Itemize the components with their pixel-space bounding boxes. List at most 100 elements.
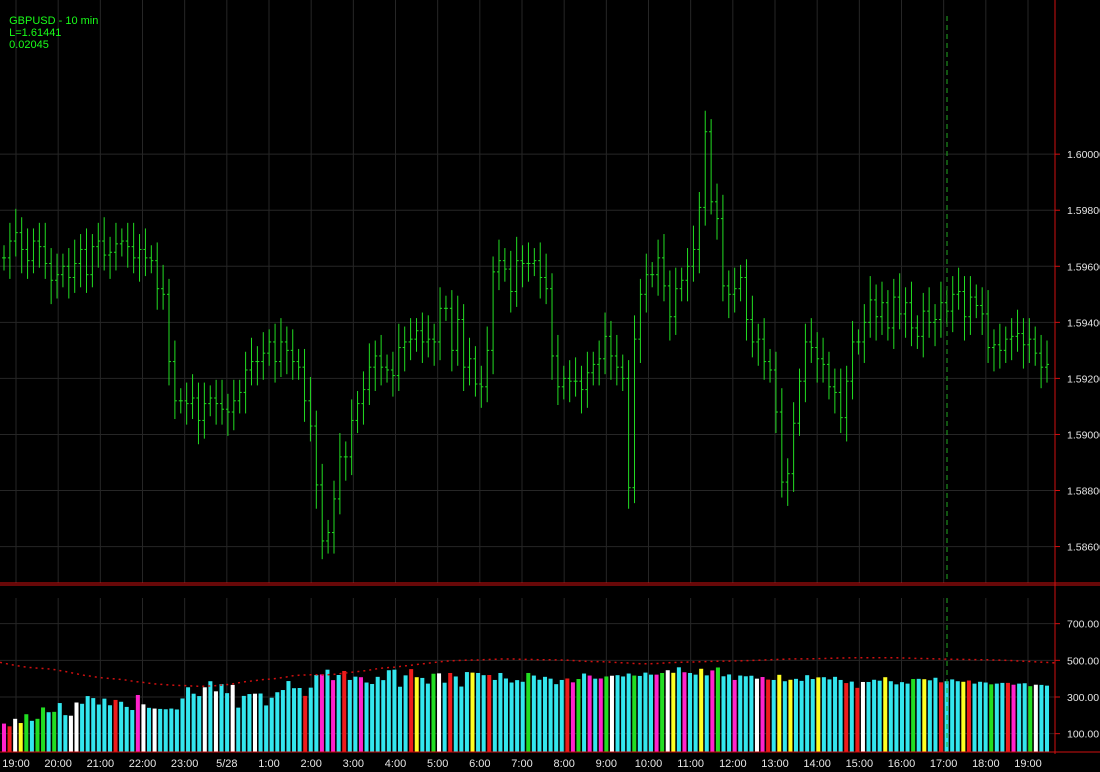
- volume-bar: [966, 680, 971, 752]
- volume-bar: [760, 677, 765, 752]
- volume-bar: [230, 684, 235, 752]
- volume-bar: [894, 684, 899, 752]
- y-tick-label: 1.60000: [1067, 149, 1100, 161]
- volume-bar: [604, 676, 609, 752]
- volume-bar: [1022, 683, 1027, 752]
- x-tick-label: 15:00: [846, 758, 874, 770]
- volume-bar: [582, 673, 587, 752]
- volume-bar: [425, 683, 430, 752]
- x-tick-label: 13:00: [761, 758, 789, 770]
- volume-bar: [916, 678, 921, 752]
- volume-bar: [68, 715, 73, 752]
- volume-bar: [509, 682, 514, 752]
- volume-bar: [1033, 684, 1038, 752]
- volume-bar: [526, 672, 531, 752]
- volume-bar: [821, 677, 826, 752]
- volume-bar: [392, 669, 397, 752]
- volume-bar: [872, 679, 877, 752]
- volume-bar: [169, 708, 174, 752]
- grid-lines: [0, 0, 1055, 752]
- volume-bar: [537, 679, 542, 752]
- volume-bar: [732, 679, 737, 752]
- volume-bar: [147, 707, 152, 752]
- volume-bar: [135, 694, 140, 752]
- volume-bar: [275, 692, 280, 752]
- volume-bar: [799, 680, 804, 752]
- volume-bar: [403, 675, 408, 752]
- volume-bar: [704, 675, 709, 752]
- volume-bar: [515, 680, 520, 752]
- volume-bar: [124, 706, 129, 752]
- y-tick-label: 1.59000: [1067, 429, 1100, 441]
- volume-bar: [632, 675, 637, 752]
- volume-bar: [353, 676, 358, 752]
- x-tick-label: 2:00: [300, 758, 321, 770]
- volume-bar: [487, 675, 492, 752]
- volume-bar: [1, 723, 7, 752]
- volume-bar: [280, 690, 285, 752]
- volume-y-tick-label: 700.00: [1067, 619, 1099, 631]
- volume-bar: [899, 682, 904, 752]
- volume-bar: [264, 705, 269, 752]
- volume-bar: [955, 681, 960, 752]
- volume-bar: [364, 682, 369, 752]
- volume-bar: [219, 684, 224, 752]
- volume-bar: [927, 680, 932, 752]
- volume-bar: [113, 699, 118, 752]
- volume-bar: [1017, 683, 1022, 752]
- volume-bar: [531, 675, 536, 752]
- volume-bar: [743, 676, 748, 752]
- volume-bar: [397, 686, 403, 752]
- volume-bar: [978, 681, 983, 752]
- x-tick-label: 23:00: [171, 758, 199, 770]
- x-tick-label: 6:00: [469, 758, 490, 770]
- volume-bar: [693, 674, 698, 752]
- volume-bar: [548, 678, 553, 752]
- volume-bar: [470, 672, 475, 752]
- volume-bar: [810, 679, 815, 752]
- volume-bar: [236, 707, 241, 752]
- volume-bar: [961, 681, 966, 752]
- axes: [0, 0, 1100, 754]
- volume-bar: [437, 673, 442, 752]
- volume-bar: [459, 686, 464, 752]
- volume-bar: [158, 708, 163, 752]
- volume-bar: [660, 672, 665, 752]
- volume-y-tick-label: 300.00: [1067, 692, 1099, 704]
- volume-bar: [972, 683, 977, 752]
- volume-bar: [1028, 686, 1033, 752]
- volume-bar: [766, 679, 771, 752]
- volume-bar: [24, 714, 29, 752]
- volume-bar: [370, 683, 375, 752]
- x-tick-label: 10:00: [635, 758, 663, 770]
- volume-bar: [381, 680, 386, 752]
- volume-bar: [805, 675, 810, 752]
- volume-bar: [710, 670, 715, 752]
- volume-bar: [358, 677, 363, 752]
- volume-bar: [347, 679, 352, 752]
- chart-title: GBPUSD - 10 min L=1.61441 0.02045: [3, 3, 102, 51]
- volume-bar: [202, 687, 207, 752]
- volume-bar: [1000, 682, 1005, 752]
- volume-bar: [598, 678, 603, 752]
- volume-y-tick-label: 500.00: [1067, 655, 1099, 667]
- volume-bar: [420, 677, 425, 752]
- axis-labels: 19:00 20:00 21:00 22:00 23:00 5/28 1:00 2:00 3:0…: [2, 149, 1100, 770]
- price-bars: [2, 110, 1049, 560]
- volume-bar: [933, 677, 938, 752]
- volume-bar: [63, 715, 68, 752]
- volume-bar: [643, 672, 648, 752]
- volume-bar: [888, 681, 893, 752]
- y-tick-label: 1.58600: [1067, 542, 1100, 554]
- volume-bars: [1, 667, 1050, 752]
- volume-bar: [676, 667, 681, 752]
- volume-bar: [269, 697, 274, 752]
- volume-bar: [827, 679, 832, 752]
- volume-bar: [721, 676, 726, 752]
- volume-bar: [860, 681, 865, 752]
- x-tick-label: 5:00: [427, 758, 448, 770]
- volume-bar: [41, 707, 46, 752]
- volume-bar: [476, 672, 481, 752]
- volume-bar: [247, 694, 252, 752]
- volume-bar: [905, 683, 910, 752]
